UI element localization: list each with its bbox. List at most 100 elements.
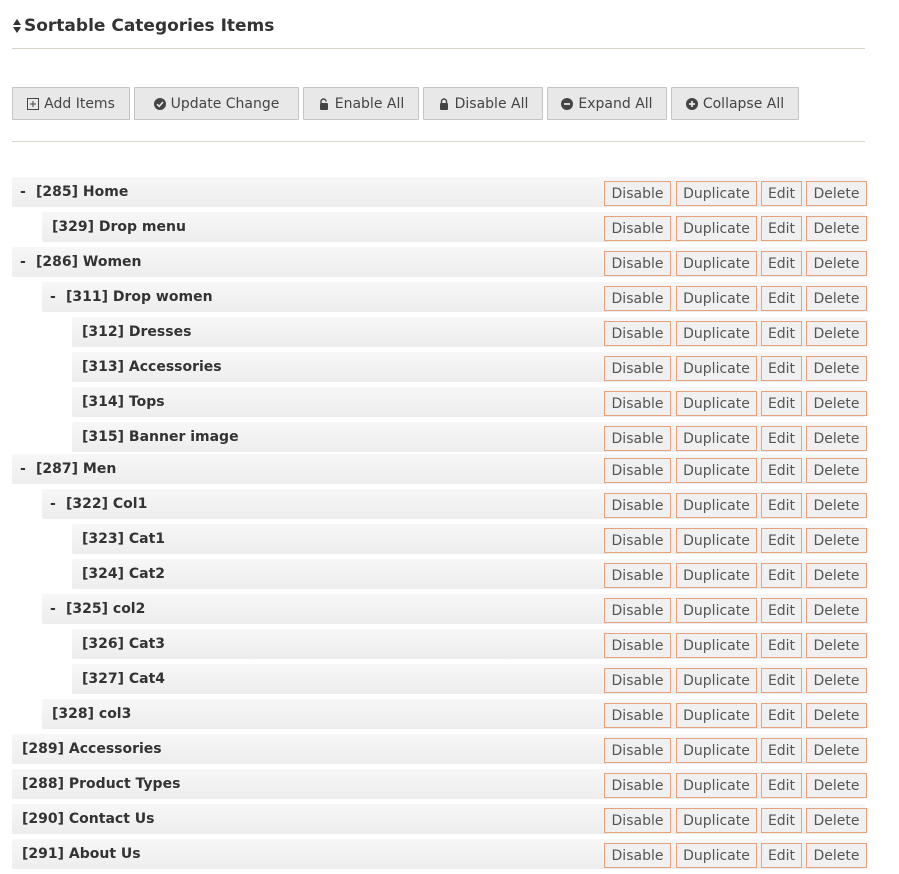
disable-button[interactable]: Disable <box>604 633 671 658</box>
edit-button[interactable]: Edit <box>761 598 802 623</box>
delete-button[interactable]: Delete <box>806 598 867 623</box>
tree-row[interactable]: - [311] Drop women Disable Duplicate Edit Del… <box>42 282 867 312</box>
tree-row[interactable]: [291] About Us Disable Duplicate Edit Delete <box>12 839 867 869</box>
disable-button[interactable]: Disable <box>604 843 671 868</box>
edit-button[interactable]: Edit <box>761 216 802 241</box>
disable-button[interactable]: Disable <box>604 251 671 276</box>
tree-row[interactable]: - [287] Men Disable Duplicate Edit Delete <box>12 454 867 484</box>
tree-row[interactable]: [289] Accessories Disable Duplicate Edit Del… <box>12 734 867 764</box>
disable-button[interactable]: Disable <box>604 528 671 553</box>
delete-button[interactable]: Delete <box>806 426 867 451</box>
delete-button[interactable]: Delete <box>806 181 867 206</box>
edit-button[interactable]: Edit <box>761 773 802 798</box>
delete-button[interactable]: Delete <box>806 458 867 483</box>
edit-button[interactable]: Edit <box>761 321 802 346</box>
disable-button[interactable]: Disable <box>604 286 671 311</box>
expand-all-button[interactable]: Expand All <box>547 87 667 120</box>
disable-button[interactable]: Disable <box>604 563 671 588</box>
edit-button[interactable]: Edit <box>761 426 802 451</box>
delete-button[interactable]: Delete <box>806 668 867 693</box>
edit-button[interactable]: Edit <box>761 391 802 416</box>
edit-button[interactable]: Edit <box>761 668 802 693</box>
duplicate-button[interactable]: Duplicate <box>676 563 757 588</box>
disable-all-button[interactable]: Disable All <box>423 87 543 120</box>
disable-button[interactable]: Disable <box>604 493 671 518</box>
duplicate-button[interactable]: Duplicate <box>676 528 757 553</box>
edit-button[interactable]: Edit <box>761 286 802 311</box>
edit-button[interactable]: Edit <box>761 563 802 588</box>
tree-row[interactable]: [314] Tops Disable Duplicate Edit Delete <box>72 387 867 417</box>
tree-row[interactable]: - [285] Home Disable Duplicate Edit Delete <box>12 177 867 207</box>
duplicate-button[interactable]: Duplicate <box>676 493 757 518</box>
duplicate-button[interactable]: Duplicate <box>676 668 757 693</box>
delete-button[interactable]: Delete <box>806 703 867 728</box>
disable-button[interactable]: Disable <box>604 181 671 206</box>
disable-button[interactable]: Disable <box>604 458 671 483</box>
disable-button[interactable]: Disable <box>604 426 671 451</box>
delete-button[interactable]: Delete <box>806 251 867 276</box>
disable-button[interactable]: Disable <box>604 391 671 416</box>
duplicate-button[interactable]: Duplicate <box>676 251 757 276</box>
edit-button[interactable]: Edit <box>761 703 802 728</box>
delete-button[interactable]: Delete <box>806 843 867 868</box>
tree-row[interactable]: - [322] Col1 Disable Duplicate Edit Delete <box>42 489 867 519</box>
duplicate-button[interactable]: Duplicate <box>676 356 757 381</box>
collapse-toggle[interactable]: - <box>20 183 36 201</box>
collapse-all-button[interactable]: Collapse All <box>671 87 799 120</box>
tree-row[interactable]: [313] Accessories Disable Duplicate Edit Del… <box>72 352 867 382</box>
edit-button[interactable]: Edit <box>761 181 802 206</box>
duplicate-button[interactable]: Duplicate <box>676 391 757 416</box>
duplicate-button[interactable]: Duplicate <box>676 808 757 833</box>
duplicate-button[interactable]: Duplicate <box>676 458 757 483</box>
edit-button[interactable]: Edit <box>761 843 802 868</box>
duplicate-button[interactable]: Duplicate <box>676 426 757 451</box>
disable-button[interactable]: Disable <box>604 598 671 623</box>
collapse-toggle[interactable]: - <box>50 495 66 513</box>
tree-row[interactable]: - [286] Women Disable Duplicate Edit Delete <box>12 247 867 277</box>
delete-button[interactable]: Delete <box>806 356 867 381</box>
edit-button[interactable]: Edit <box>761 528 802 553</box>
update-change-button[interactable]: Update Change <box>134 87 299 120</box>
disable-button[interactable]: Disable <box>604 703 671 728</box>
collapse-toggle[interactable]: - <box>50 600 66 618</box>
duplicate-button[interactable]: Duplicate <box>676 321 757 346</box>
delete-button[interactable]: Delete <box>806 808 867 833</box>
delete-button[interactable]: Delete <box>806 528 867 553</box>
edit-button[interactable]: Edit <box>761 633 802 658</box>
tree-row[interactable]: [290] Contact Us Disable Duplicate Edit Dele… <box>12 804 867 834</box>
disable-button[interactable]: Disable <box>604 738 671 763</box>
duplicate-button[interactable]: Duplicate <box>676 598 757 623</box>
tree-row[interactable]: [288] Product Types Disable Duplicate Edit D… <box>12 769 867 799</box>
tree-row[interactable]: [327] Cat4 Disable Duplicate Edit Delete <box>72 664 867 694</box>
delete-button[interactable]: Delete <box>806 216 867 241</box>
delete-button[interactable]: Delete <box>806 321 867 346</box>
delete-button[interactable]: Delete <box>806 773 867 798</box>
edit-button[interactable]: Edit <box>761 458 802 483</box>
edit-button[interactable]: Edit <box>761 356 802 381</box>
tree-row[interactable]: [323] Cat1 Disable Duplicate Edit Delete <box>72 524 867 554</box>
duplicate-button[interactable]: Duplicate <box>676 843 757 868</box>
tree-row[interactable]: [326] Cat3 Disable Duplicate Edit Delete <box>72 629 867 659</box>
delete-button[interactable]: Delete <box>806 493 867 518</box>
duplicate-button[interactable]: Duplicate <box>676 773 757 798</box>
duplicate-button[interactable]: Duplicate <box>676 216 757 241</box>
collapse-toggle[interactable]: - <box>50 288 66 306</box>
edit-button[interactable]: Edit <box>761 738 802 763</box>
edit-button[interactable]: Edit <box>761 251 802 276</box>
tree-row[interactable]: [329] Drop menu Disable Duplicate Edit Delet… <box>42 212 867 242</box>
disable-button[interactable]: Disable <box>604 808 671 833</box>
disable-button[interactable]: Disable <box>604 773 671 798</box>
add-items-button[interactable]: Add Items <box>12 87 130 120</box>
collapse-toggle[interactable]: - <box>20 460 36 478</box>
tree-row[interactable]: [312] Dresses Disable Duplicate Edit Delete <box>72 317 867 347</box>
tree-row[interactable]: [328] col3 Disable Duplicate Edit Delete <box>42 699 867 729</box>
disable-button[interactable]: Disable <box>604 356 671 381</box>
delete-button[interactable]: Delete <box>806 286 867 311</box>
duplicate-button[interactable]: Duplicate <box>676 738 757 763</box>
delete-button[interactable]: Delete <box>806 391 867 416</box>
delete-button[interactable]: Delete <box>806 738 867 763</box>
delete-button[interactable]: Delete <box>806 563 867 588</box>
duplicate-button[interactable]: Duplicate <box>676 633 757 658</box>
edit-button[interactable]: Edit <box>761 493 802 518</box>
tree-row[interactable]: [315] Banner image Disable Duplicate Edit De… <box>72 422 867 452</box>
